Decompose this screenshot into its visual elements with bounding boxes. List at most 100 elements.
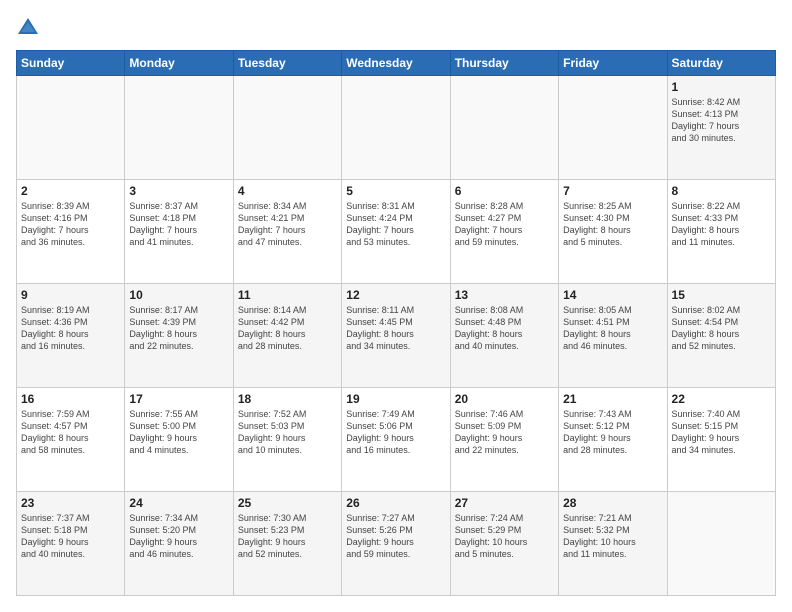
calendar-cell: 21 Sunrise: 7:43 AM Sunset: 5:12 PM Dayli… [559,388,667,492]
day-info: Sunrise: 8:14 AM Sunset: 4:42 PM Dayligh… [238,304,337,353]
day-number: 12 [346,288,445,302]
calendar-cell: 5 Sunrise: 8:31 AM Sunset: 4:24 PM Daylig… [342,180,450,284]
day-info: Sunrise: 8:08 AM Sunset: 4:48 PM Dayligh… [455,304,554,353]
day-number: 13 [455,288,554,302]
day-number: 14 [563,288,662,302]
calendar-cell: 1 Sunrise: 8:42 AM Sunset: 4:13 PM Daylig… [667,76,775,180]
calendar-cell: 18 Sunrise: 7:52 AM Sunset: 5:03 PM Dayli… [233,388,341,492]
calendar-cell: 6 Sunrise: 8:28 AM Sunset: 4:27 PM Daylig… [450,180,558,284]
calendar-cell: 23Sunrise: 7:37 AM Sunset: 5:18 PM Dayli… [17,492,125,596]
day-info: Sunrise: 7:55 AM Sunset: 5:00 PM Dayligh… [129,408,228,457]
calendar-cell: 16 Sunrise: 7:59 AM Sunset: 4:57 PM Dayli… [17,388,125,492]
calendar-cell [17,76,125,180]
calendar-week-row: 2 Sunrise: 8:39 AM Sunset: 4:16 PM Daylig… [17,180,776,284]
day-info: Sunrise: 8:11 AM Sunset: 4:45 PM Dayligh… [346,304,445,353]
day-info: Sunrise: 7:52 AM Sunset: 5:03 PM Dayligh… [238,408,337,457]
calendar-cell: 10 Sunrise: 8:17 AM Sunset: 4:39 PM Dayli… [125,284,233,388]
calendar-cell [559,76,667,180]
day-number: 6 [455,184,554,198]
logo-icon [16,16,40,40]
day-number: 9 [21,288,120,302]
col-header-friday: Friday [559,51,667,76]
calendar-cell: 7 Sunrise: 8:25 AM Sunset: 4:30 PM Daylig… [559,180,667,284]
day-number: 11 [238,288,337,302]
day-number: 1 [672,80,771,94]
calendar-cell: 14 Sunrise: 8:05 AM Sunset: 4:51 PM Dayli… [559,284,667,388]
day-info: Sunrise: 8:22 AM Sunset: 4:33 PM Dayligh… [672,200,771,249]
calendar-cell: 20 Sunrise: 7:46 AM Sunset: 5:09 PM Dayli… [450,388,558,492]
day-number: 17 [129,392,228,406]
calendar-cell: 12 Sunrise: 8:11 AM Sunset: 4:45 PM Dayli… [342,284,450,388]
calendar-cell: 26 Sunrise: 7:27 AM Sunset: 5:26 PM Dayli… [342,492,450,596]
day-number: 2 [21,184,120,198]
col-header-wednesday: Wednesday [342,51,450,76]
day-info: Sunrise: 7:21 AM Sunset: 5:32 PM Dayligh… [563,512,662,561]
day-info: Sunrise: 7:49 AM Sunset: 5:06 PM Dayligh… [346,408,445,457]
col-header-sunday: Sunday [17,51,125,76]
calendar-cell: 19 Sunrise: 7:49 AM Sunset: 5:06 PM Dayli… [342,388,450,492]
day-info: Sunrise: 7:40 AM Sunset: 5:15 PM Dayligh… [672,408,771,457]
day-info: Sunrise: 8:31 AM Sunset: 4:24 PM Dayligh… [346,200,445,249]
day-number: 18 [238,392,337,406]
day-info: Sunrise: 7:27 AM Sunset: 5:26 PM Dayligh… [346,512,445,561]
calendar-week-row: 16 Sunrise: 7:59 AM Sunset: 4:57 PM Dayli… [17,388,776,492]
calendar-header-row: SundayMondayTuesdayWednesdayThursdayFrid… [17,51,776,76]
calendar-body: 1 Sunrise: 8:42 AM Sunset: 4:13 PM Daylig… [17,76,776,596]
day-number: 26 [346,496,445,510]
day-info: Sunrise: 8:02 AM Sunset: 4:54 PM Dayligh… [672,304,771,353]
calendar-cell: 11 Sunrise: 8:14 AM Sunset: 4:42 PM Dayli… [233,284,341,388]
calendar-cell [233,76,341,180]
day-number: 21 [563,392,662,406]
calendar-week-row: 9 Sunrise: 8:19 AM Sunset: 4:36 PM Daylig… [17,284,776,388]
day-info: Sunrise: 7:34 AM Sunset: 5:20 PM Dayligh… [129,512,228,561]
day-number: 19 [346,392,445,406]
day-number: 7 [563,184,662,198]
col-header-thursday: Thursday [450,51,558,76]
calendar-cell [450,76,558,180]
day-info: Sunrise: 8:17 AM Sunset: 4:39 PM Dayligh… [129,304,228,353]
calendar-cell: 22 Sunrise: 7:40 AM Sunset: 5:15 PM Dayli… [667,388,775,492]
day-number: 16 [21,392,120,406]
calendar-cell [667,492,775,596]
calendar-cell: 9 Sunrise: 8:19 AM Sunset: 4:36 PM Daylig… [17,284,125,388]
calendar-cell: 3 Sunrise: 8:37 AM Sunset: 4:18 PM Daylig… [125,180,233,284]
calendar-cell [125,76,233,180]
day-info: Sunrise: 8:25 AM Sunset: 4:30 PM Dayligh… [563,200,662,249]
day-number: 10 [129,288,228,302]
calendar-cell: 24 Sunrise: 7:34 AM Sunset: 5:20 PM Dayli… [125,492,233,596]
calendar-week-row: 23Sunrise: 7:37 AM Sunset: 5:18 PM Dayli… [17,492,776,596]
day-number: 3 [129,184,228,198]
day-number: 4 [238,184,337,198]
day-info: Sunrise: 8:39 AM Sunset: 4:16 PM Dayligh… [21,200,120,249]
day-number: 28 [563,496,662,510]
day-info: Sunrise: 8:42 AM Sunset: 4:13 PM Dayligh… [672,96,771,145]
day-info: Sunrise: 8:05 AM Sunset: 4:51 PM Dayligh… [563,304,662,353]
day-info: Sunrise: 7:24 AM Sunset: 5:29 PM Dayligh… [455,512,554,561]
day-number: 27 [455,496,554,510]
day-info: Sunrise: 8:28 AM Sunset: 4:27 PM Dayligh… [455,200,554,249]
day-info: Sunrise: 7:59 AM Sunset: 4:57 PM Dayligh… [21,408,120,457]
col-header-tuesday: Tuesday [233,51,341,76]
col-header-monday: Monday [125,51,233,76]
col-header-saturday: Saturday [667,51,775,76]
day-info: Sunrise: 8:37 AM Sunset: 4:18 PM Dayligh… [129,200,228,249]
calendar-cell: 15 Sunrise: 8:02 AM Sunset: 4:54 PM Dayli… [667,284,775,388]
calendar-cell: 27 Sunrise: 7:24 AM Sunset: 5:29 PM Dayli… [450,492,558,596]
day-number: 24 [129,496,228,510]
calendar-cell: 2 Sunrise: 8:39 AM Sunset: 4:16 PM Daylig… [17,180,125,284]
logo [16,16,44,40]
day-number: 20 [455,392,554,406]
day-number: 5 [346,184,445,198]
day-info: Sunrise: 7:30 AM Sunset: 5:23 PM Dayligh… [238,512,337,561]
day-info: Sunrise: 7:37 AM Sunset: 5:18 PM Dayligh… [21,512,120,561]
calendar-cell [342,76,450,180]
day-info: Sunrise: 8:19 AM Sunset: 4:36 PM Dayligh… [21,304,120,353]
calendar-cell: 13 Sunrise: 8:08 AM Sunset: 4:48 PM Dayli… [450,284,558,388]
day-number: 15 [672,288,771,302]
day-number: 22 [672,392,771,406]
calendar-cell: 25Sunrise: 7:30 AM Sunset: 5:23 PM Dayli… [233,492,341,596]
day-info: Sunrise: 8:34 AM Sunset: 4:21 PM Dayligh… [238,200,337,249]
calendar-cell: 8Sunrise: 8:22 AM Sunset: 4:33 PM Daylig… [667,180,775,284]
day-info: Sunrise: 7:46 AM Sunset: 5:09 PM Dayligh… [455,408,554,457]
day-info: Sunrise: 7:43 AM Sunset: 5:12 PM Dayligh… [563,408,662,457]
